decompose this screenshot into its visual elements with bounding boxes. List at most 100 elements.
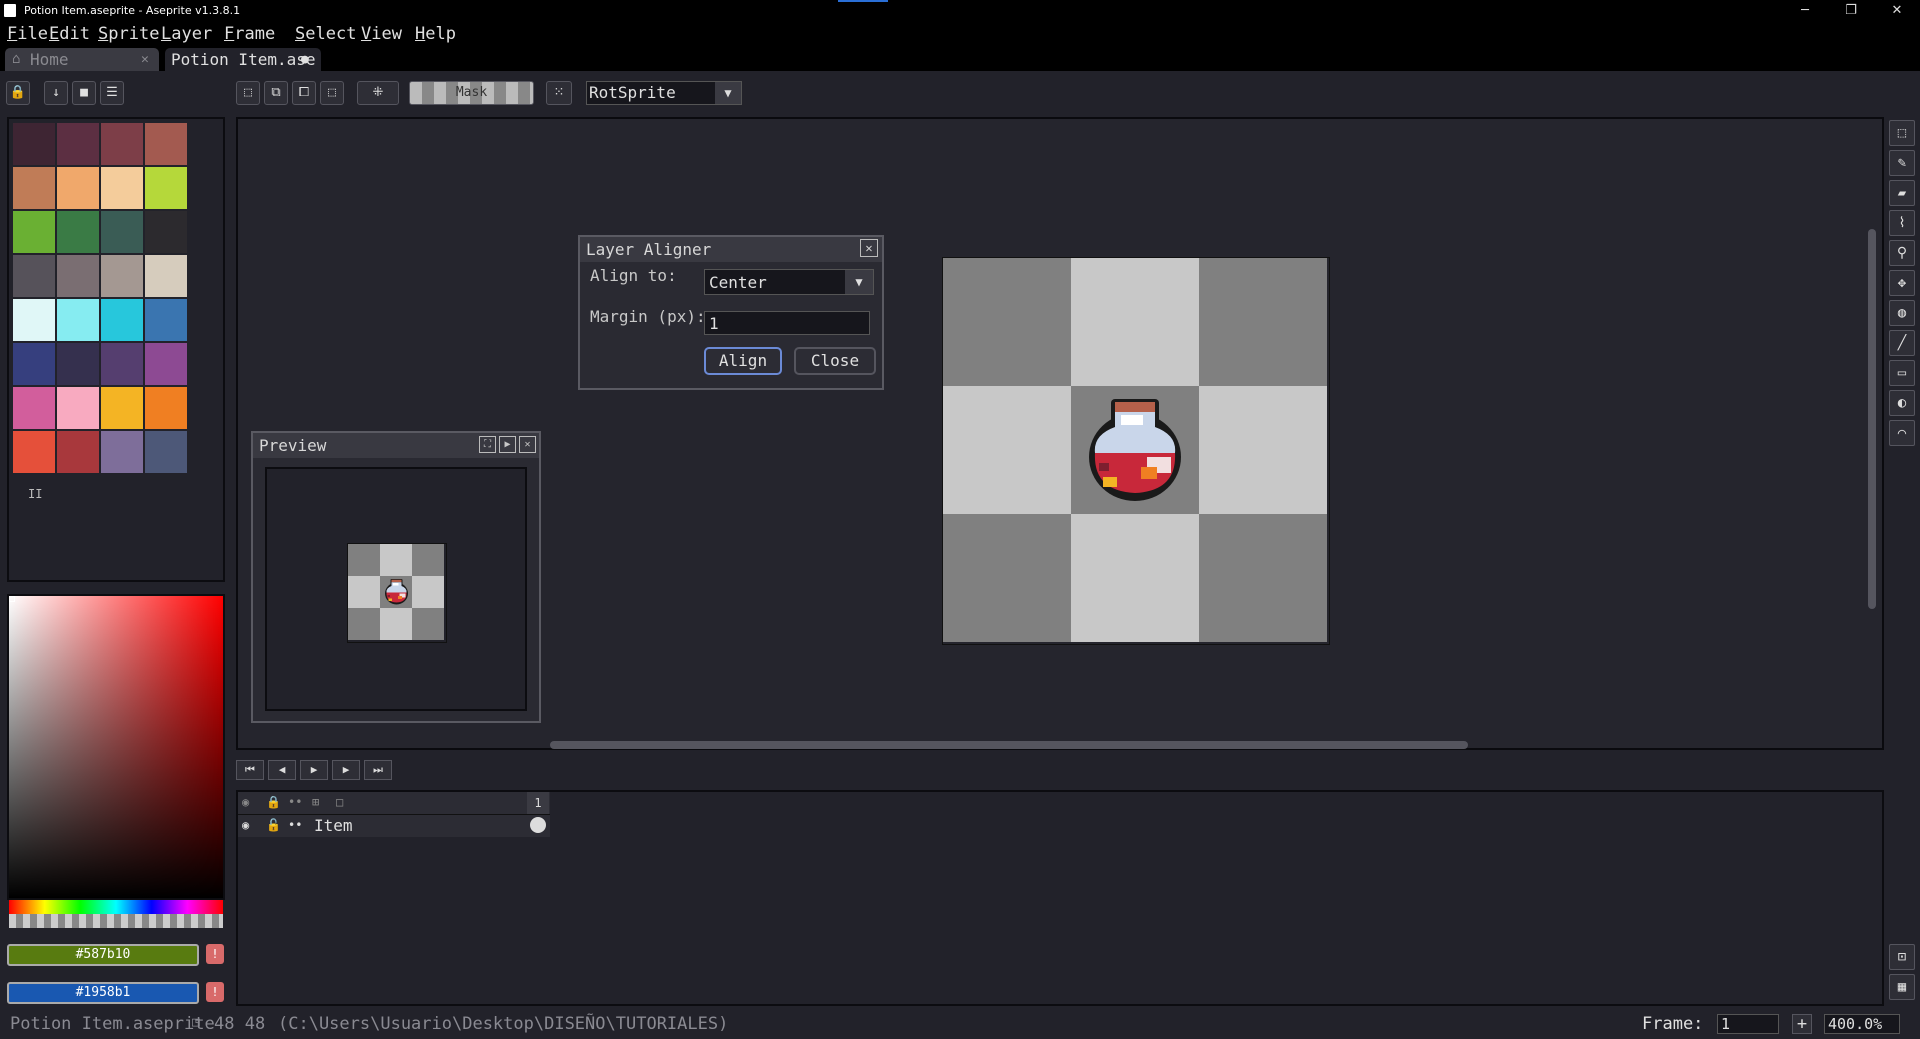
previous-frame-icon[interactable]: ◀	[268, 760, 296, 780]
zoom-input[interactable]: 400.0%	[1824, 1014, 1900, 1034]
rectangle-tool-icon[interactable]: ▭	[1889, 360, 1915, 386]
palette-swatch[interactable]	[101, 123, 143, 165]
palette-swatch[interactable]	[57, 343, 99, 385]
chevron-down-icon[interactable]: ▼	[845, 270, 873, 294]
selection-replace-icon[interactable]: ⬚	[236, 81, 260, 105]
palette-swatch[interactable]	[145, 299, 187, 341]
new-frame-button[interactable]: +	[1792, 1014, 1812, 1034]
eraser-tool-icon[interactable]: ▰	[1889, 180, 1915, 206]
visibility-header-icon[interactable]: ◉	[242, 795, 249, 809]
palette-swatch[interactable]	[101, 255, 143, 297]
lock-header-icon[interactable]: 🔒	[266, 795, 281, 809]
fit-screen-icon[interactable]: ⛶	[479, 436, 496, 453]
menu-frame[interactable]: Frame	[224, 22, 275, 46]
actual-size-icon[interactable]: ⊡	[1889, 944, 1915, 970]
transform-icon[interactable]: ⁜	[357, 81, 399, 105]
palette-swatch[interactable]	[57, 123, 99, 165]
mask-toggle[interactable]: Mask	[409, 81, 534, 105]
first-frame-icon[interactable]: ⏮	[236, 760, 264, 780]
continuous-header-icon[interactable]: ••	[288, 795, 302, 809]
selection-subtract-icon[interactable]: ⧠	[292, 81, 316, 105]
rotation-algorithm-select[interactable]: RotSprite ▼	[586, 81, 742, 105]
menu-layer[interactable]: Layer	[161, 22, 212, 46]
tab-home[interactable]: ⌂ Home ✕	[5, 48, 159, 71]
palette-swatch[interactable]	[13, 387, 55, 429]
background-color-button[interactable]: #1958b1	[7, 982, 199, 1004]
palette-swatch[interactable]	[57, 431, 99, 473]
palette-swatch[interactable]	[13, 211, 55, 253]
horizontal-scrollbar[interactable]	[550, 741, 1468, 749]
menu-help[interactable]: Help	[415, 22, 456, 46]
marquee-tool-icon[interactable]: ⬚	[1889, 120, 1915, 146]
menu-view[interactable]: View	[361, 22, 402, 46]
eyedropper-tool-icon[interactable]: ⌇	[1889, 210, 1915, 236]
palette-swatch[interactable]	[13, 255, 55, 297]
warning-icon[interactable]: !	[206, 944, 224, 964]
palette-swatch[interactable]	[57, 167, 99, 209]
cel-dot[interactable]	[530, 817, 546, 833]
palette-swatch[interactable]	[145, 431, 187, 473]
lock-icon[interactable]: 🔒	[6, 81, 30, 105]
vertical-scrollbar[interactable]	[1868, 229, 1876, 609]
frame-input[interactable]: 1	[1717, 1014, 1779, 1034]
line-tool-icon[interactable]: ╱	[1889, 330, 1915, 356]
margin-input[interactable]: 1	[704, 311, 870, 335]
foreground-color-button[interactable]: #587b10	[7, 944, 199, 966]
close-window-button[interactable]: ✕	[1874, 0, 1920, 22]
palette-swatch[interactable]	[145, 255, 187, 297]
restore-button[interactable]: ❐	[1828, 0, 1874, 22]
play-icon[interactable]: ▶	[499, 436, 516, 453]
palette-swatch[interactable]	[145, 343, 187, 385]
palette-swatch[interactable]	[101, 167, 143, 209]
hue-slider[interactable]	[9, 900, 223, 914]
palette-swatch[interactable]	[57, 255, 99, 297]
palette-swatch[interactable]	[57, 387, 99, 429]
selection-intersect-icon[interactable]: ⬚	[320, 81, 344, 105]
next-frame-icon[interactable]: ▶	[332, 760, 360, 780]
chevron-down-icon[interactable]: ▼	[715, 82, 741, 104]
warning-icon[interactable]: !	[206, 982, 224, 1002]
palette-swatch[interactable]	[13, 167, 55, 209]
menu-sprite[interactable]: Sprite	[98, 22, 159, 46]
menu-lines-icon[interactable]: ☰	[100, 81, 124, 105]
play-animation-icon[interactable]: ▶	[300, 760, 328, 780]
menu-select[interactable]: Select	[295, 22, 356, 46]
contour-tool-icon[interactable]: ◐	[1889, 390, 1915, 416]
pencil-tool-icon[interactable]: ✎	[1889, 150, 1915, 176]
eye-icon[interactable]: ◉	[242, 818, 249, 832]
dialog-close-icon[interactable]: ✕	[860, 239, 878, 257]
selection-add-icon[interactable]: ⧉	[264, 81, 288, 105]
layer-link-icon[interactable]: ⊞	[312, 795, 319, 809]
palette-swatch[interactable]	[145, 211, 187, 253]
move-tool-icon[interactable]: ✥	[1889, 270, 1915, 296]
menu-edit[interactable]: Edit	[49, 22, 90, 46]
close-button[interactable]: Close	[794, 347, 876, 375]
palette-swatch[interactable]	[101, 387, 143, 429]
menu-file[interactable]: File	[7, 22, 48, 46]
palette-swatch[interactable]	[13, 343, 55, 385]
arrow-down-icon[interactable]: ↓	[44, 81, 68, 105]
palette-swatch[interactable]	[57, 299, 99, 341]
palette-swatch[interactable]	[145, 167, 187, 209]
palette-swatch[interactable]	[145, 123, 187, 165]
blur-tool-icon[interactable]: ⌒	[1889, 420, 1915, 446]
preview-title-bar[interactable]: Preview ⛶ ▶ ✕	[253, 433, 539, 458]
unlock-icon[interactable]: 🔓	[266, 818, 281, 832]
color-spectrum[interactable]	[7, 594, 225, 900]
minimize-button[interactable]: ─	[1782, 0, 1828, 22]
continuous-icon[interactable]: ••	[288, 818, 302, 832]
stop-icon[interactable]: ■	[72, 81, 96, 105]
align-to-select[interactable]: Center ▼	[704, 269, 874, 295]
palette-swatch[interactable]	[13, 299, 55, 341]
sprite-canvas[interactable]	[942, 257, 1330, 645]
palette-swatch[interactable]	[101, 299, 143, 341]
modified-dot-icon[interactable]: ●	[301, 48, 309, 71]
alpha-slider[interactable]	[9, 914, 223, 928]
palette-swatch[interactable]	[101, 343, 143, 385]
preview-viewport[interactable]	[265, 467, 527, 711]
zoom-tool-icon[interactable]: ⚲	[1889, 240, 1915, 266]
align-button[interactable]: Align	[704, 347, 782, 375]
close-icon[interactable]: ✕	[519, 436, 536, 453]
palette-swatch[interactable]	[13, 123, 55, 165]
pivot-icon[interactable]: ⁙	[546, 81, 572, 105]
